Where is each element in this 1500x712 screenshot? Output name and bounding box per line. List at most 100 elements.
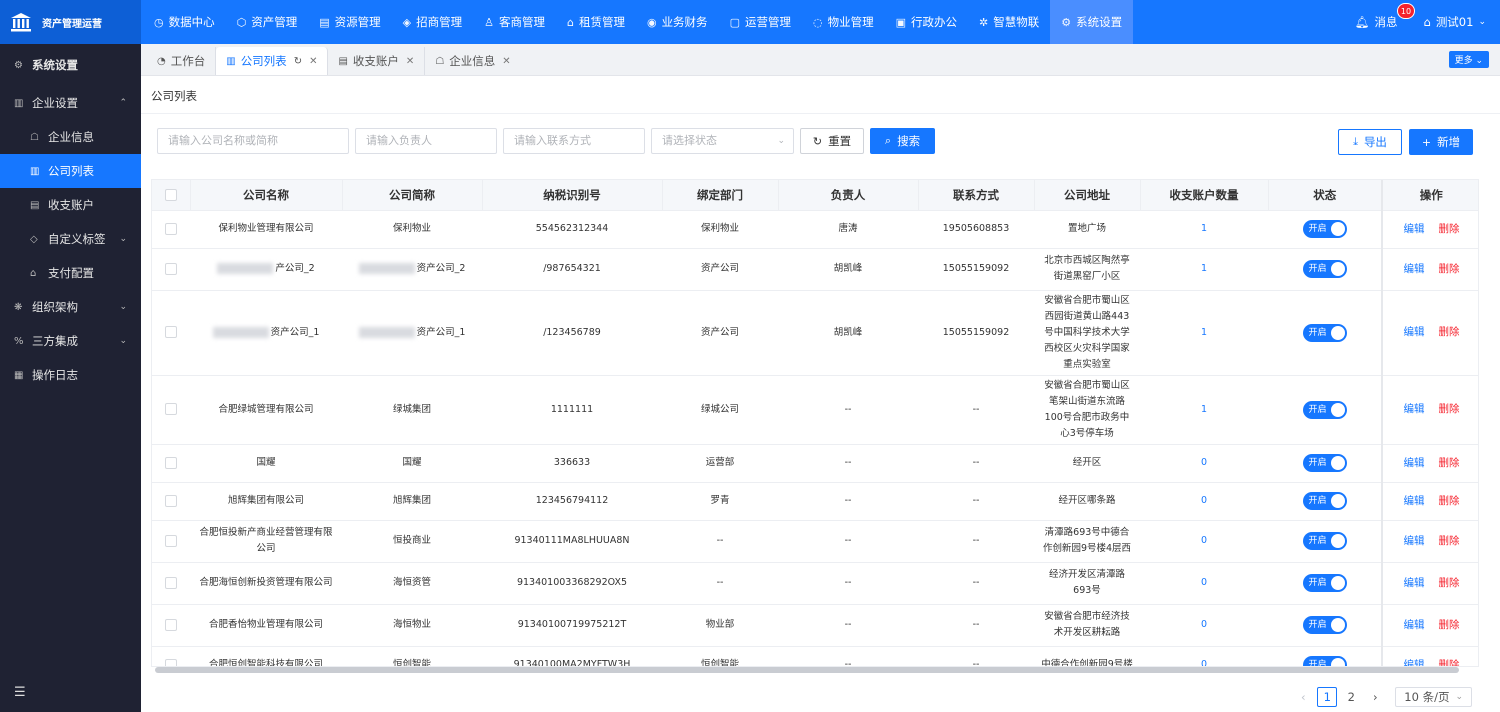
cell-count[interactable]: 0 [1140,520,1268,563]
topnav-item[interactable]: ◈ 招商管理 [392,0,473,44]
owner-input[interactable]: 请输入负责人 [355,128,497,154]
sidebar-item-enterprise-info[interactable]: ☖ 企业信息 [0,120,141,154]
status-toggle[interactable]: 开启 [1302,323,1347,342]
sidebar-item-operation-log[interactable]: ▦ 操作日志 [0,358,141,392]
checkbox[interactable] [165,326,177,338]
page-size-select[interactable]: 10 条/页 ⌄ [1395,687,1472,707]
edit-link[interactable]: 编辑 [1404,403,1425,415]
checkbox[interactable] [165,222,177,235]
tab-workbench[interactable]: ◔ 工作台 [147,47,217,75]
status-toggle[interactable]: 开启 [1302,454,1347,472]
page-button-1[interactable]: 1 [1317,687,1338,707]
cell-count[interactable]: 0 [1140,562,1268,605]
close-icon[interactable]: ✕ [502,56,510,67]
checkbox[interactable] [165,576,177,589]
company-name-input[interactable]: 请输入公司名称或简称 [157,128,349,154]
topnav-item[interactable]: ◌ 物业管理 [802,0,885,44]
edit-link[interactable]: 编辑 [1404,495,1425,507]
select-all-checkbox[interactable] [152,180,191,211]
status-toggle[interactable]: 开启 [1302,616,1347,634]
row-checkbox-cell[interactable] [152,210,190,249]
delete-link[interactable]: 删除 [1439,659,1460,667]
edit-link[interactable]: 编辑 [1404,619,1425,631]
row-checkbox-cell[interactable] [152,520,190,563]
edit-link[interactable]: 编辑 [1404,535,1425,547]
sidebar-item-org-structure[interactable]: ❋ 组织架构 ⌄ [0,290,141,324]
checkbox[interactable] [165,262,177,275]
checkbox[interactable] [165,403,177,415]
add-button[interactable]: + 新增 [1409,129,1473,155]
cell-count[interactable]: 0 [1140,646,1268,666]
edit-link[interactable]: 编辑 [1404,223,1425,235]
checkbox[interactable] [165,618,177,631]
row-checkbox-cell[interactable] [152,248,190,291]
cell-count[interactable]: 1 [1140,248,1268,291]
delete-link[interactable]: 删除 [1439,535,1460,547]
topnav-item[interactable]: ♙ 客商管理 [473,0,556,44]
edit-link[interactable]: 编辑 [1404,659,1425,667]
edit-link[interactable]: 编辑 [1404,326,1425,338]
sidebar-item-integrations[interactable]: % 三方集成 ⌄ [0,324,141,358]
row-checkbox-cell[interactable] [152,604,190,647]
user-menu[interactable]: ⌂ 测试01 ⌄ [1424,14,1487,30]
status-toggle[interactable]: 开启 [1302,220,1347,238]
checkbox[interactable] [164,189,177,202]
cell-count[interactable]: 0 [1140,604,1268,647]
status-toggle[interactable]: 开启 [1302,492,1347,510]
sidebar-item-company-list[interactable]: ▥ 公司列表 [0,154,141,188]
search-button[interactable]: ⌕ 搜索 [870,128,935,154]
delete-link[interactable]: 删除 [1439,326,1460,338]
close-icon[interactable]: ✕ [406,56,414,67]
topnav-item[interactable]: ▤ 资源管理 [308,0,391,44]
page-button-2[interactable]: 2 [1341,687,1361,707]
collapse-menu-icon[interactable]: ☰ [14,685,26,700]
topnav-item[interactable]: ◉ 业务财务 [636,0,719,44]
status-select[interactable]: 请选择状态 ⌄ [651,128,794,154]
tab-company-list[interactable]: ▥ 公司列表 ↻ ✕ [216,47,329,75]
export-button[interactable]: ⤓ 导出 [1338,129,1402,155]
checkbox[interactable] [165,494,177,507]
tab-enterprise-info[interactable]: ☖ 企业信息 ✕ [425,47,520,75]
more-tabs-button[interactable]: 更多 ⌄ [1448,51,1489,68]
app-logo[interactable]: 资产管理运营 [0,0,141,44]
row-checkbox-cell[interactable] [152,482,190,521]
edit-link[interactable]: 编辑 [1404,457,1425,469]
prev-page-icon[interactable]: ‹ [1293,687,1313,707]
tab-accounts[interactable]: ▤ 收支账户 ✕ [328,47,426,75]
row-checkbox-cell[interactable] [152,290,190,376]
status-toggle[interactable]: 开启 [1302,656,1347,666]
edit-link[interactable]: 编辑 [1404,577,1425,589]
cell-count[interactable]: 1 [1140,375,1268,445]
checkbox[interactable] [165,534,177,547]
refresh-icon[interactable]: ↻ [294,56,302,67]
delete-link[interactable]: 删除 [1439,263,1460,275]
delete-link[interactable]: 删除 [1439,619,1460,631]
delete-link[interactable]: 删除 [1439,577,1460,589]
topnav-item[interactable]: ▢ 运营管理 [719,0,802,44]
topnav-item[interactable]: ◷ 数据中心 [143,0,226,44]
status-toggle[interactable]: 开启 [1302,400,1347,419]
delete-link[interactable]: 删除 [1439,223,1460,235]
delete-link[interactable]: 删除 [1439,457,1460,469]
topnav-item[interactable]: ⬡ 资产管理 [226,0,309,44]
sidebar-item-payment-config[interactable]: ⌂ 支付配置 [0,256,141,290]
topnav-item[interactable]: ▣ 行政办公 [885,0,968,44]
sidebar-item-enterprise-settings[interactable]: ▥ 企业设置 ⌃ [0,86,141,120]
row-checkbox-cell[interactable] [152,444,190,483]
messages-button[interactable]: 🔔︎ 消息 10 [1355,3,1416,30]
contact-input[interactable]: 请输入联系方式 [503,128,645,154]
sidebar-root-system-settings[interactable]: ⚙ 系统设置 [0,44,141,86]
edit-link[interactable]: 编辑 [1404,263,1425,275]
status-toggle[interactable]: 开启 [1302,532,1347,550]
status-toggle[interactable]: 开启 [1302,574,1347,592]
cell-count[interactable]: 0 [1140,444,1268,483]
cell-count[interactable]: 1 [1140,210,1268,249]
topnav-item[interactable]: ⌂ 租赁管理 [556,0,636,44]
row-checkbox-cell[interactable] [152,646,190,666]
sidebar-item-accounts[interactable]: ▤ 收支账户 [0,188,141,222]
horizontal-scrollbar[interactable] [155,667,1459,673]
checkbox[interactable] [165,456,177,469]
cell-count[interactable]: 0 [1140,482,1268,521]
reset-button[interactable]: ↻ 重置 [800,128,864,154]
topnav-item[interactable]: ⚙ 系统设置 [1050,0,1134,44]
